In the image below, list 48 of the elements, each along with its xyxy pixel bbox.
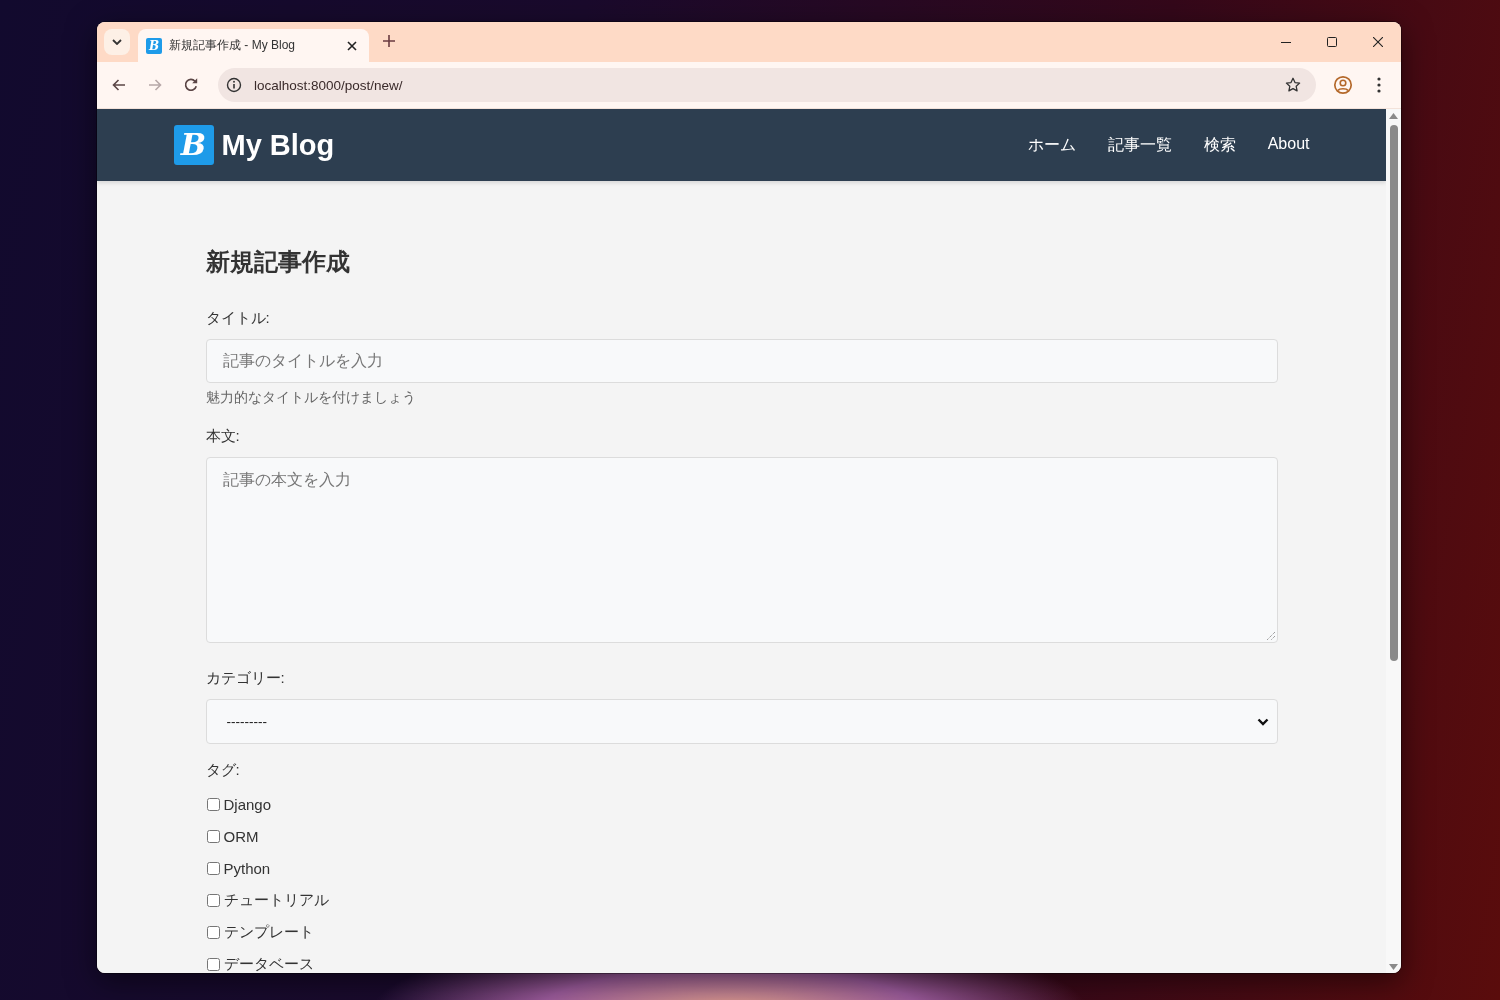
field-label: タイトル: <box>205 308 271 328</box>
nav-link[interactable]: About <box>1267 134 1310 156</box>
menu-icon[interactable] <box>1377 77 1381 93</box>
field-label: タグ: <box>205 760 241 780</box>
close-icon[interactable] <box>1373 37 1383 47</box>
favicon: B <box>146 37 162 54</box>
tag-checkbox[interactable] <box>206 893 220 907</box>
body-textarea[interactable]: 記事の本文を入力 <box>205 457 1278 643</box>
tag-label[interactable]: テンプレート <box>223 922 314 942</box>
nav-link[interactable]: ホーム <box>1027 134 1076 156</box>
tag-label[interactable]: Django <box>223 795 272 813</box>
scrollbar[interactable] <box>1386 109 1401 973</box>
scrollbar-thumb[interactable] <box>1389 125 1398 661</box>
tag-label[interactable]: データベース <box>223 954 314 973</box>
resize-handle-icon[interactable] <box>1266 632 1275 640</box>
nav-link[interactable]: 記事一覧 <box>1107 134 1172 156</box>
profile-icon[interactable] <box>1333 75 1353 95</box>
url-text[interactable]: localhost:8000/post/new/ <box>254 77 1285 93</box>
star-icon[interactable] <box>1285 77 1301 93</box>
category-select[interactable]: --------- <box>205 699 1278 744</box>
tag-label[interactable]: ORM <box>223 827 259 845</box>
chevron-down-icon <box>1256 717 1269 726</box>
browser-tab[interactable]: B 新規記事作成 - My Blog <box>138 29 369 62</box>
caret-icon <box>112 39 122 45</box>
tag-label[interactable]: チュートリアル <box>223 890 329 910</box>
field-label: カテゴリー: <box>205 668 286 688</box>
tag-label[interactable]: Python <box>223 859 271 877</box>
reload-icon[interactable] <box>183 77 199 93</box>
maximize-icon[interactable] <box>1327 37 1337 47</box>
site-title[interactable]: My Blog <box>221 128 335 162</box>
scroll-up-arrow-icon[interactable] <box>1389 113 1398 119</box>
scroll-down-arrow-icon[interactable] <box>1389 964 1398 970</box>
nav-link[interactable]: 検索 <box>1203 134 1236 156</box>
info-icon[interactable] <box>226 77 242 93</box>
tab-search-button[interactable] <box>104 29 130 55</box>
tag-checkbox[interactable] <box>206 861 220 875</box>
page-heading: 新規記事作成 <box>205 247 351 277</box>
tag-checkbox[interactable] <box>206 957 220 971</box>
help-text: 魅力的なタイトルを付けましょう <box>205 388 417 406</box>
close-icon[interactable] <box>347 40 357 51</box>
tag-checkbox[interactable] <box>206 925 220 939</box>
tag-checkbox[interactable] <box>206 797 220 811</box>
back-arrow-icon[interactable] <box>111 77 127 93</box>
new-tab-icon[interactable] <box>383 35 395 47</box>
field-label: 本文: <box>205 426 241 446</box>
address-bar[interactable]: localhost:8000/post/new/ <box>218 68 1316 102</box>
title-input[interactable]: 記事のタイトルを入力 <box>205 339 1278 383</box>
tag-checkbox[interactable] <box>206 829 220 843</box>
